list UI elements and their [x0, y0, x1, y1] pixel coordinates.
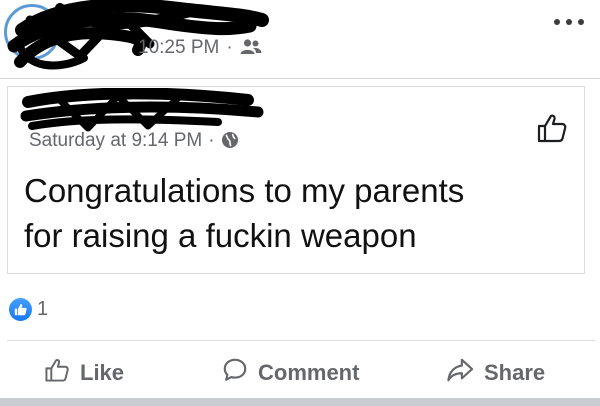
feed-separator	[0, 398, 600, 406]
post-meta: 10:25 PM ·	[138, 37, 262, 62]
meta-separator: ·	[208, 130, 215, 151]
like-icon[interactable]	[536, 112, 568, 149]
globe-icon	[221, 131, 239, 155]
redaction-scribble-inner	[20, 88, 264, 132]
more-options-icon[interactable]	[554, 18, 584, 26]
comment-button[interactable]: Comment	[222, 355, 359, 391]
meta-separator: ·	[226, 37, 233, 58]
shared-post-timestamp[interactable]: Saturday at 9:14 PM	[29, 130, 202, 151]
share-icon	[446, 357, 474, 389]
shared-post-meta: Saturday at 9:14 PM ·	[29, 130, 239, 155]
reaction-count[interactable]: 1	[37, 298, 48, 321]
share-button[interactable]: Share	[446, 355, 545, 391]
post-timestamp[interactable]: 10:25 PM	[138, 37, 219, 58]
post-text: Congratulations to my parents for raisin…	[24, 172, 465, 254]
like-reaction-icon[interactable]	[9, 298, 32, 321]
divider	[7, 340, 595, 341]
friends-icon	[240, 38, 262, 62]
divider	[0, 78, 600, 79]
like-button[interactable]: Like	[44, 355, 124, 391]
like-label: Like	[80, 360, 125, 385]
comment-icon	[222, 357, 248, 389]
like-icon	[44, 357, 70, 389]
share-label: Share	[484, 360, 546, 385]
comment-label: Comment	[258, 360, 360, 385]
